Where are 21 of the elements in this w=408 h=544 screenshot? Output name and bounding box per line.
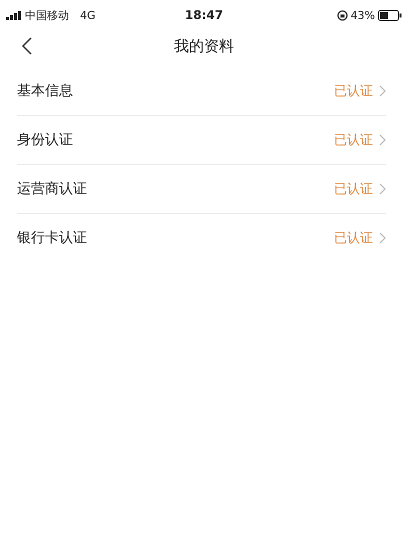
item-label[interactable]: 身份认证 (17, 131, 334, 149)
item-label[interactable]: 基本信息 (17, 82, 334, 100)
back-icon[interactable] (20, 36, 34, 56)
carrier-name: 中国移动 (25, 8, 69, 22)
item-label[interactable]: 银行卡认证 (17, 229, 334, 247)
status-label: 已认证 (334, 83, 373, 100)
page-title: 我的资料 (174, 36, 234, 56)
chevron-icon[interactable] (379, 183, 386, 195)
rotation-lock-icon (336, 10, 348, 20)
chevron-icon[interactable] (379, 232, 386, 244)
battery-percent: 43% (350, 8, 376, 22)
battery-icon (378, 10, 402, 20)
chevron-icon[interactable] (379, 85, 386, 97)
item-label[interactable]: 运营商认证 (17, 180, 334, 198)
clock-time: 18:47 (184, 8, 224, 22)
status-label: 已认证 (334, 181, 373, 198)
status-label: 已认证 (334, 132, 373, 149)
status-label: 已认证 (334, 230, 373, 247)
signal-icon (6, 10, 22, 20)
network-type: 4G (80, 8, 96, 22)
chevron-icon[interactable] (379, 134, 386, 146)
